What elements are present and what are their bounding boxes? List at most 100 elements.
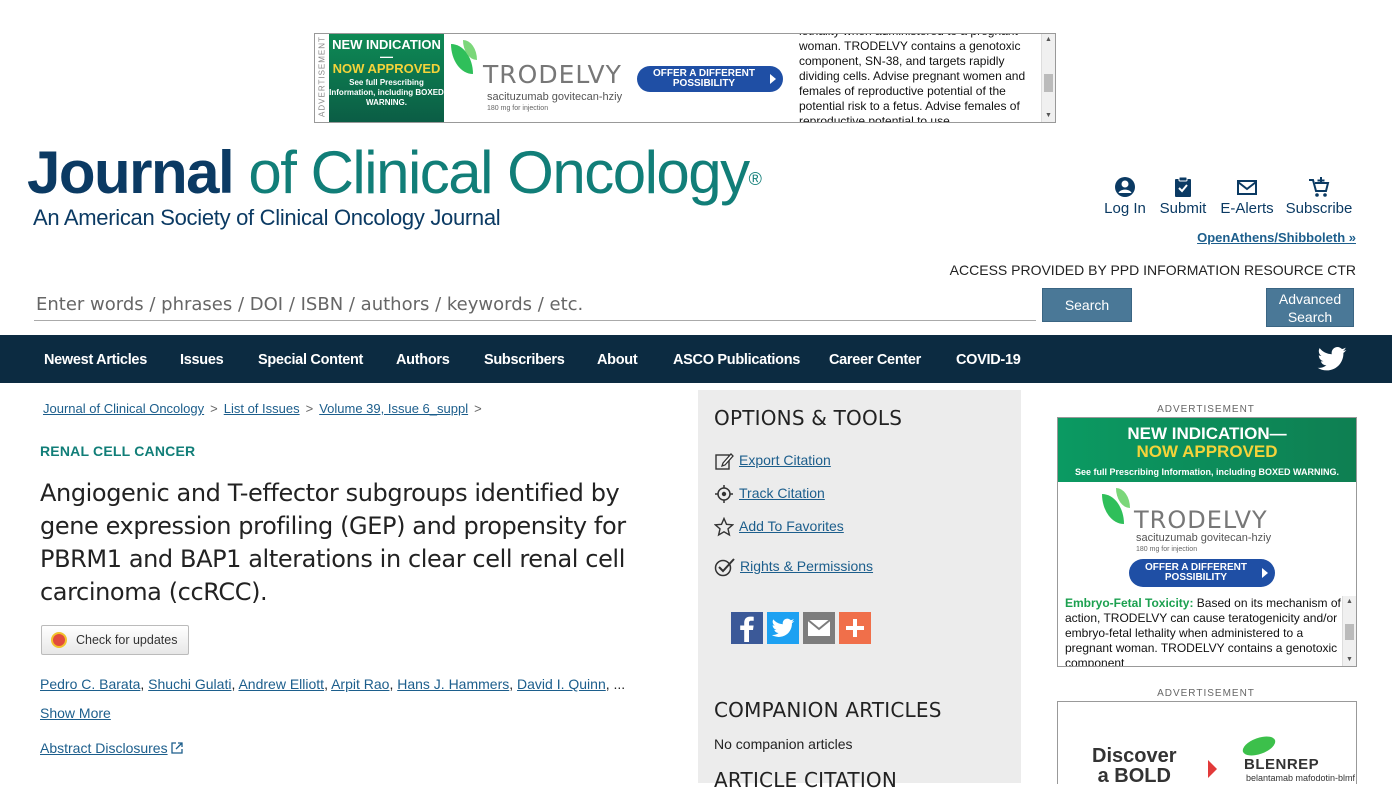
breadcrumb-volume[interactable]: Volume 39, Issue 6_suppl — [319, 401, 468, 416]
add-to-favorites-link[interactable]: Add To Favorites — [739, 518, 844, 534]
offer-button-label: OFFER A DIFFERENT POSSIBILITY — [652, 68, 756, 89]
facebook-share-icon[interactable] — [731, 612, 763, 644]
rights-permissions-link[interactable]: Rights & Permissions — [740, 558, 873, 574]
cart-plus-icon — [1309, 177, 1330, 197]
author-link[interactable]: Hans J. Hammers — [397, 676, 509, 692]
offer-button[interactable]: OFFER A DIFFERENT POSSIBILITY — [637, 66, 783, 92]
envelope-icon — [1237, 180, 1257, 195]
breadcrumb-journal[interactable]: Journal of Clinical Oncology — [43, 401, 204, 416]
bottom-ad-headline: Discover a BOLD — [1092, 746, 1177, 784]
breadcrumb: Journal of Clinical Oncology > List of Iss… — [43, 401, 488, 416]
scroll-up-icon[interactable]: ▲ — [1042, 34, 1055, 46]
chevron-right-icon — [770, 74, 776, 84]
side-ad-line2: NOW APPROVED — [1136, 442, 1278, 461]
export-citation-link[interactable]: Export Citation — [739, 452, 831, 468]
article-citation-heading: ARTICLE CITATION — [714, 768, 898, 792]
options-heading: OPTIONS & TOOLS — [714, 406, 903, 430]
no-companion-text: No companion articles — [714, 736, 853, 752]
author-link[interactable]: Andrew Elliott — [238, 676, 324, 692]
subscribe-label: Subscribe — [1285, 200, 1353, 217]
ad-generic-name: sacituzumab govitecan-hziy — [487, 91, 623, 103]
nav-asco-publications[interactable]: ASCO Publications — [673, 352, 800, 368]
author-link[interactable]: Shuchi Gulati — [148, 676, 231, 692]
side-offer-button-label: OFFER A DIFFERENT POSSIBILITY — [1144, 562, 1248, 583]
companion-articles-heading: COMPANION ARTICLES — [714, 698, 942, 722]
ad-scrollbar[interactable]: ▲ ▼ — [1041, 34, 1055, 122]
login-label: Log In — [1104, 200, 1146, 217]
article-category: RENAL CELL CANCER — [40, 443, 196, 459]
author-link[interactable]: Pedro C. Barata — [40, 676, 140, 692]
abstract-disclosures-link[interactable]: Abstract Disclosures — [40, 740, 183, 756]
breadcrumb-list-of-issues[interactable]: List of Issues — [224, 401, 300, 416]
ad-brand[interactable]: TRODELVY sacituzumab govitecan-hziy 180 … — [447, 38, 627, 118]
permission-check-icon — [714, 558, 735, 577]
side-ad-banner[interactable]: NEW INDICATION— NOW APPROVED See full Pr… — [1058, 418, 1356, 482]
scroll-thumb[interactable] — [1345, 624, 1354, 640]
track-citation-link[interactable]: Track Citation — [739, 485, 825, 501]
email-share-icon[interactable] — [803, 612, 835, 644]
breadcrumb-separator: > — [210, 401, 218, 416]
author-link[interactable]: Arpit Rao — [331, 676, 389, 692]
scroll-down-icon[interactable]: ▼ — [1042, 110, 1055, 122]
openathens-link[interactable]: OpenAthens/Shibboleth » — [1197, 230, 1356, 245]
side-ad-line3: See full Prescribing Information, includ… — [1074, 467, 1340, 477]
journal-subtitle: An American Society of Clinical Oncology… — [33, 205, 501, 230]
main-nav: Newest Articles Issues Special Content A… — [0, 335, 1392, 383]
ealerts-link[interactable]: E-Alerts — [1220, 176, 1274, 217]
ad-indication-badge[interactable]: NEW INDICATION— NOW APPROVED See full Pr… — [329, 34, 444, 122]
chevron-right-icon — [1262, 568, 1268, 578]
breadcrumb-separator: > — [474, 401, 482, 416]
side-ad-safety-heading: Embryo-Fetal Toxicity: — [1065, 596, 1194, 610]
side-offer-button[interactable]: OFFER A DIFFERENT POSSIBILITY — [1129, 559, 1275, 587]
scroll-up-icon[interactable]: ▲ — [1343, 596, 1356, 608]
nav-covid-19[interactable]: COVID-19 — [956, 352, 1021, 368]
twitter-share-icon[interactable] — [767, 612, 799, 644]
submit-link[interactable]: Submit — [1158, 176, 1208, 217]
top-advertisement[interactable]: ADVERTISEMENT NEW INDICATION— NOW APPROV… — [314, 33, 1056, 123]
ealerts-label: E-Alerts — [1220, 200, 1274, 217]
bottom-advertisement[interactable]: Discover a BOLD BLENREP belantamab mafod… — [1057, 701, 1357, 784]
ad-dose: 180 mg for injection — [487, 105, 549, 112]
side-ad-brand: TRODELVY — [1134, 506, 1268, 534]
submit-label: Submit — [1159, 200, 1207, 217]
journal-logo[interactable]: Journal of Clinical Oncology® — [27, 138, 762, 208]
external-link-icon — [170, 742, 183, 754]
abstract-disclosures-label: Abstract Disclosures — [40, 740, 168, 756]
more-share-icon[interactable] — [839, 612, 871, 644]
breadcrumb-separator: > — [305, 401, 314, 416]
ad-badge-line3: See full Prescribing Information, includ… — [329, 78, 444, 107]
ad-badge-line1: NEW INDICATION— — [332, 37, 441, 64]
author-list: Pedro C. Barata, Shuchi Gulati, Andrew E… — [40, 676, 626, 692]
advanced-search-line1: Advanced — [1278, 291, 1342, 307]
nav-about[interactable]: About — [597, 352, 638, 368]
ad-brand-name: TRODELVY — [483, 60, 622, 89]
search-button[interactable]: Search — [1042, 288, 1132, 322]
advanced-search-button[interactable]: Advanced Search — [1266, 288, 1354, 327]
options-panel: OPTIONS & TOOLS Export Citation Track Ci… — [698, 390, 1021, 792]
side-ad-scrollbar[interactable]: ▲ ▼ — [1342, 596, 1356, 666]
advertisement-label: ADVERTISEMENT — [1157, 688, 1255, 699]
bottom-ad-headline-line1: Discover — [1092, 745, 1177, 767]
login-link[interactable]: Log In — [1103, 176, 1147, 217]
check-for-updates-button[interactable]: Check for updates — [41, 625, 189, 655]
journal-logo-bold: Journal — [27, 139, 235, 206]
nav-issues[interactable]: Issues — [180, 352, 224, 368]
scroll-thumb[interactable] — [1044, 74, 1053, 92]
authors-ellipsis: ... — [613, 676, 626, 692]
nav-career-center[interactable]: Career Center — [829, 352, 921, 368]
bottom-ad-headline-line2: a BOLD — [1097, 765, 1171, 784]
show-more-link[interactable]: Show More — [40, 705, 111, 721]
nav-authors[interactable]: Authors — [396, 352, 450, 368]
nav-special-content[interactable]: Special Content — [258, 352, 363, 368]
side-ad-line1: NEW INDICATION— — [1127, 424, 1287, 443]
side-advertisement[interactable]: NEW INDICATION— NOW APPROVED See full Pr… — [1057, 417, 1357, 667]
twitter-icon[interactable] — [1317, 347, 1347, 371]
search-input[interactable] — [34, 288, 1036, 321]
nav-newest-articles[interactable]: Newest Articles — [44, 352, 147, 368]
scroll-down-icon[interactable]: ▼ — [1343, 654, 1356, 666]
author-link[interactable]: David I. Quinn — [517, 676, 606, 692]
registered-mark: ® — [748, 169, 762, 189]
nav-subscribers[interactable]: Subscribers — [484, 352, 565, 368]
ad-badge-line2: NOW APPROVED — [332, 61, 441, 76]
subscribe-link[interactable]: Subscribe — [1285, 176, 1353, 217]
